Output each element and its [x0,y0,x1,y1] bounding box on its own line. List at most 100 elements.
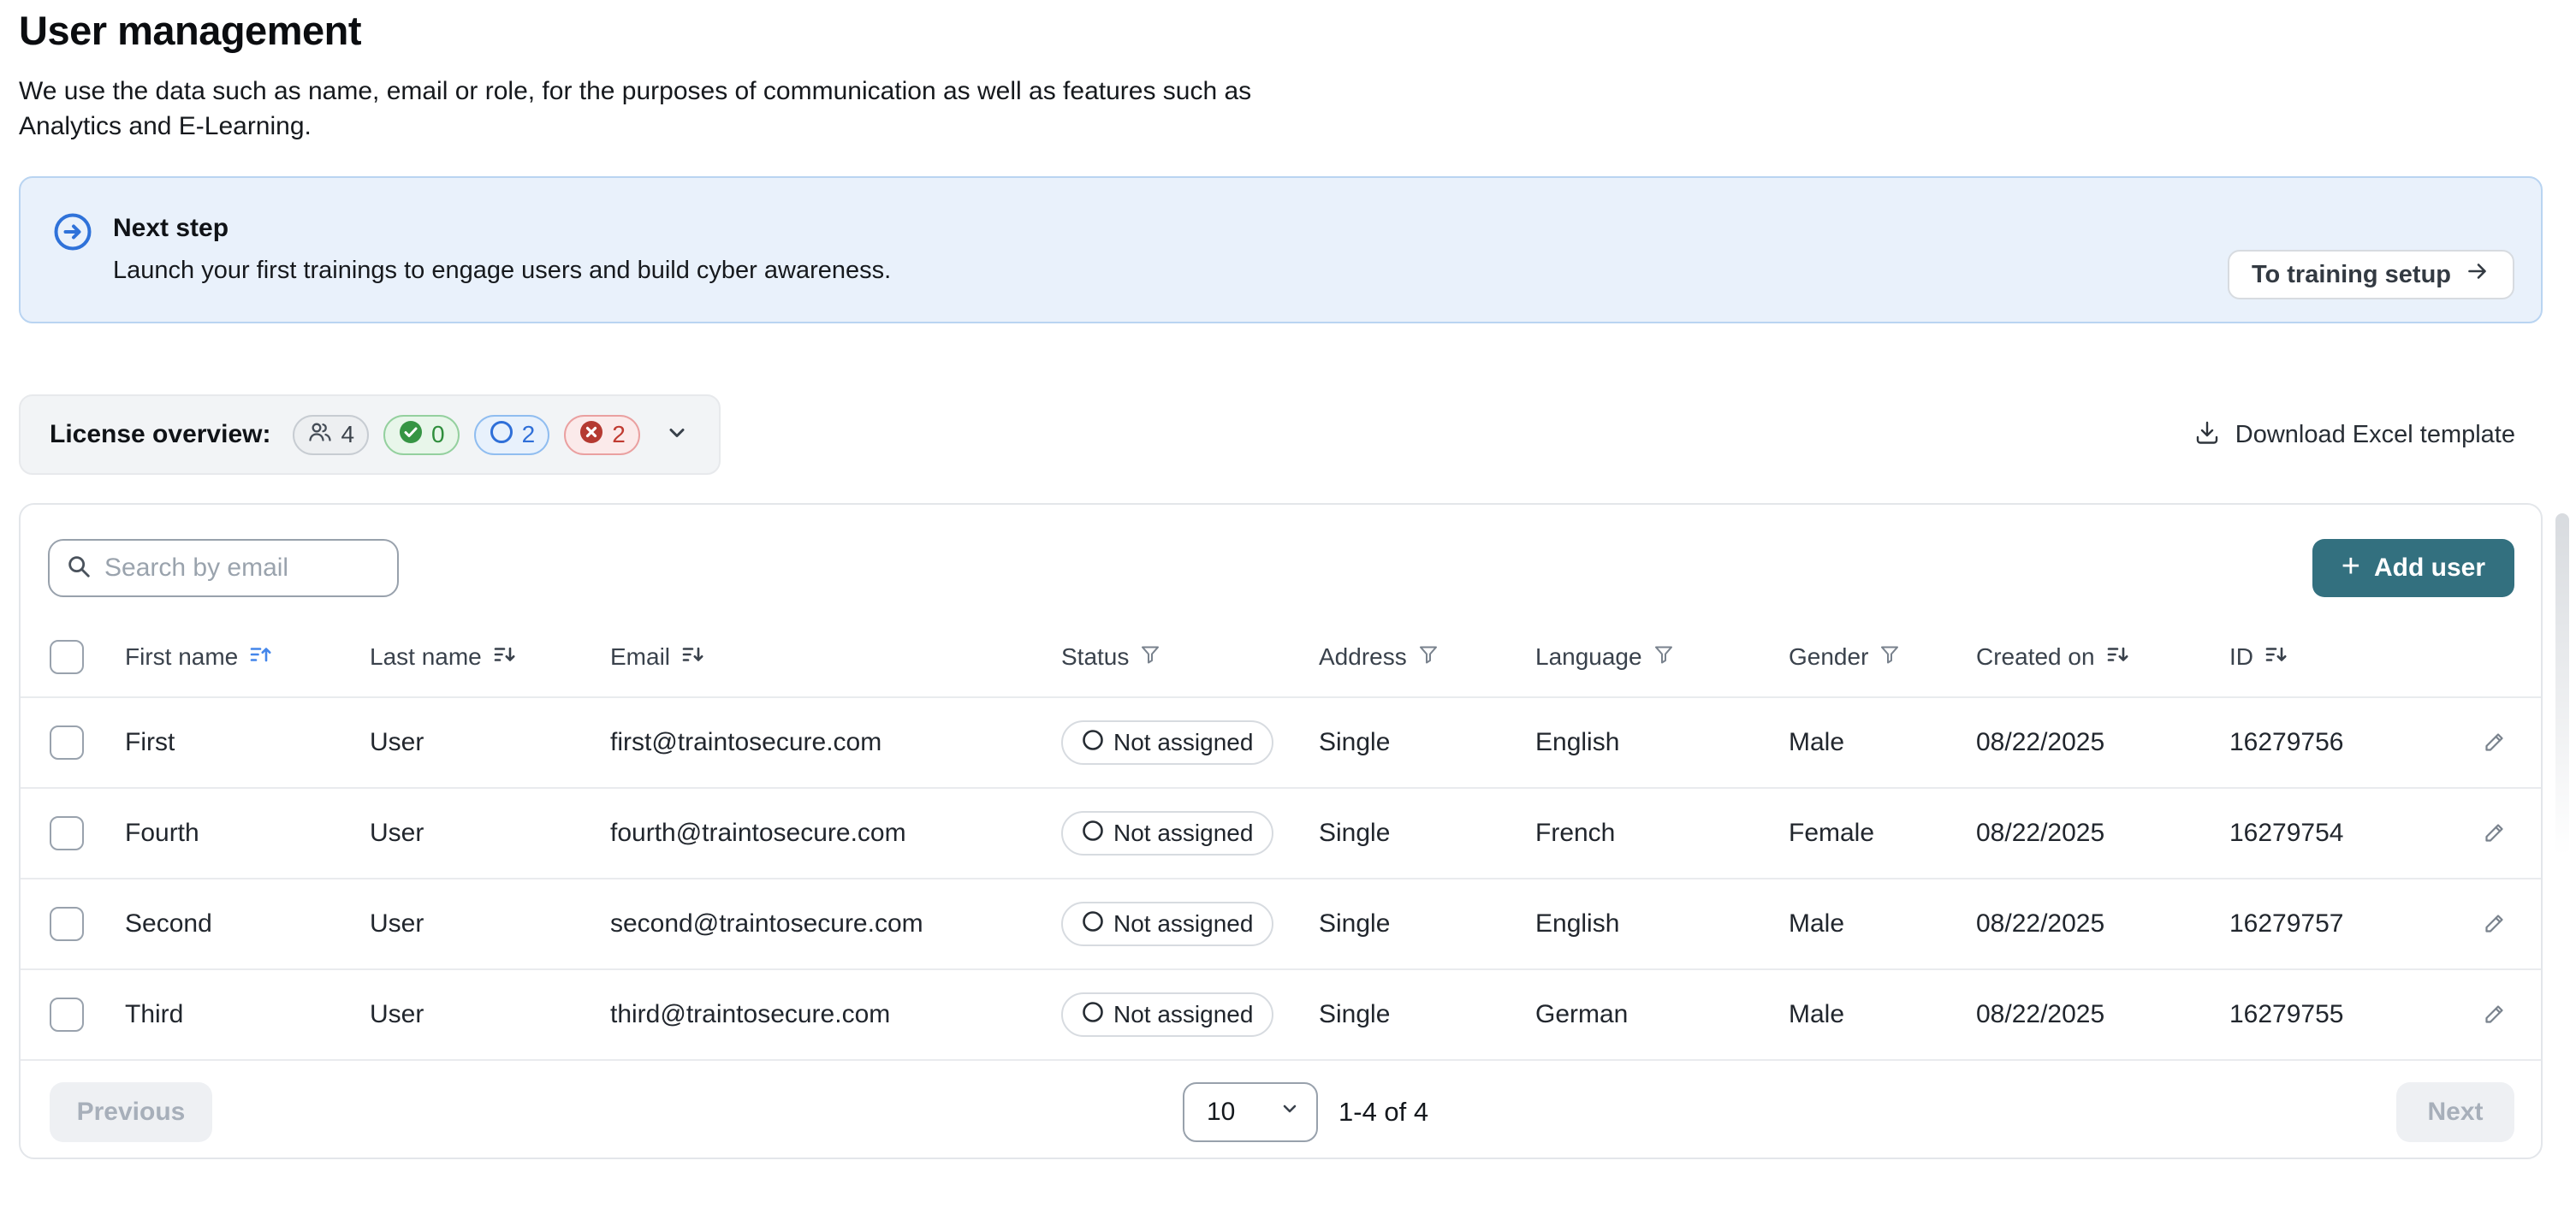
cell-created-on: 08/22/2025 [1976,819,2229,848]
cell-address: Single [1319,819,1535,848]
column-label: Address [1319,643,1407,671]
column-header-gender[interactable]: Gender [1789,643,1976,672]
select-all-checkbox[interactable] [50,640,84,674]
cell-last-name: User [370,1000,610,1029]
pagination-center: 10 1-4 of 4 [1183,1082,1428,1142]
pencil-icon [2482,729,2508,757]
cell-language: French [1535,819,1789,848]
row-checkbox[interactable] [50,998,84,1032]
license-badge-not-assigned: 2 [564,415,640,455]
row-checkbox[interactable] [50,907,84,941]
cell-status: Not assigned [1061,720,1319,765]
cell-email: second@traintosecure.com [610,909,1061,939]
license-expand-chevron[interactable] [664,420,690,450]
search-box [48,539,399,597]
filter-icon[interactable] [1653,643,1675,672]
column-label: First name [125,643,238,671]
column-label: Gender [1789,643,1868,671]
cell-gender: Male [1789,728,1976,757]
arrow-right-icon [2465,258,2490,291]
banner-description: Launch your first trainings to engage us… [113,257,891,285]
edit-user-button[interactable] [2482,1001,2508,1029]
cell-language: German [1535,1000,1789,1029]
filter-icon[interactable] [1139,643,1161,672]
license-overview-label: License overview: [50,420,270,449]
page-size-value: 10 [1207,1098,1235,1127]
sort-icon[interactable] [492,642,516,672]
cell-last-name: User [370,909,610,939]
download-excel-template-label: Download Excel template [2235,421,2515,449]
cell-email: third@traintosecure.com [610,1000,1061,1029]
edit-user-button[interactable] [2482,910,2508,939]
cell-id: 16279757 [2229,909,2448,939]
sort-icon[interactable] [2105,642,2129,672]
table-row: Third User third@traintosecure.com Not a… [21,970,2541,1061]
search-input[interactable] [104,554,382,583]
vertical-scrollbar[interactable] [2555,513,2569,856]
row-checkbox[interactable] [50,725,84,760]
filter-icon[interactable] [1417,643,1439,672]
to-training-setup-button[interactable]: To training setup [2228,250,2514,299]
x-circle-icon [579,419,604,451]
status-badge: Not assigned [1061,902,1273,946]
column-label: ID [2229,643,2253,671]
license-badge-assigned: 0 [383,415,460,455]
table-footer: Previous 10 1-4 of 4 Next [21,1061,2541,1156]
check-circle-icon [398,419,424,451]
page-size-select[interactable]: 10 [1183,1082,1318,1142]
cell-status: Not assigned [1061,902,1319,946]
card-toolbar: + Add user [21,505,2541,618]
status-badge: Not assigned [1061,811,1273,856]
cell-first-name: Second [125,909,370,939]
column-label: Language [1535,643,1642,671]
row-checkbox[interactable] [50,816,84,850]
cell-status: Not assigned [1061,811,1319,856]
column-header-status[interactable]: Status [1061,643,1319,672]
edit-user-button[interactable] [2482,820,2508,848]
next-page-button[interactable]: Next [2396,1082,2514,1142]
cell-id: 16279754 [2229,819,2448,848]
previous-page-button[interactable]: Previous [50,1082,212,1142]
cell-id: 16279756 [2229,728,2448,757]
cell-created-on: 08/22/2025 [1976,1000,2229,1029]
header-checkbox-cell [21,640,125,674]
cell-gender: Male [1789,909,1976,939]
chevron-down-icon [1279,1098,1301,1127]
status-badge: Not assigned [1061,992,1273,1037]
pagination-range: 1-4 of 4 [1338,1097,1428,1128]
pencil-icon [2482,820,2508,848]
arrow-right-circle-icon [53,212,92,256]
column-header-first-name[interactable]: First name [125,642,370,672]
license-badge-pending: 2 [474,415,550,455]
column-header-created-on[interactable]: Created on [1976,642,2229,672]
circle-outline-icon [489,419,514,451]
users-card: + Add user First name Last name [19,503,2543,1159]
cell-status: Not assigned [1061,992,1319,1037]
sort-icon[interactable] [680,642,704,672]
search-icon [65,553,92,584]
pencil-icon [2482,1001,2508,1029]
cell-address: Single [1319,909,1535,939]
sort-icon[interactable] [2264,642,2288,672]
cell-first-name: Fourth [125,819,370,848]
cell-gender: Female [1789,819,1976,848]
pencil-icon [2482,910,2508,939]
download-excel-template-link[interactable]: Download Excel template [2193,418,2543,452]
column-header-address[interactable]: Address [1319,643,1535,672]
table-header-row: First name Last name Email [21,618,2541,698]
column-header-email[interactable]: Email [610,642,1061,672]
column-header-id[interactable]: ID [2229,642,2448,672]
add-user-button[interactable]: + Add user [2312,539,2514,597]
cell-address: Single [1319,728,1535,757]
cell-last-name: User [370,819,610,848]
cell-email: first@traintosecure.com [610,728,1061,757]
column-label: Last name [370,643,482,671]
circle-outline-icon [1082,820,1104,848]
column-header-language[interactable]: Language [1535,643,1789,672]
cell-first-name: Third [125,1000,370,1029]
column-header-last-name[interactable]: Last name [370,642,610,672]
filter-icon[interactable] [1879,643,1901,672]
sort-ascending-active-icon[interactable] [248,642,272,672]
license-assigned-count: 0 [431,421,445,448]
edit-user-button[interactable] [2482,729,2508,757]
